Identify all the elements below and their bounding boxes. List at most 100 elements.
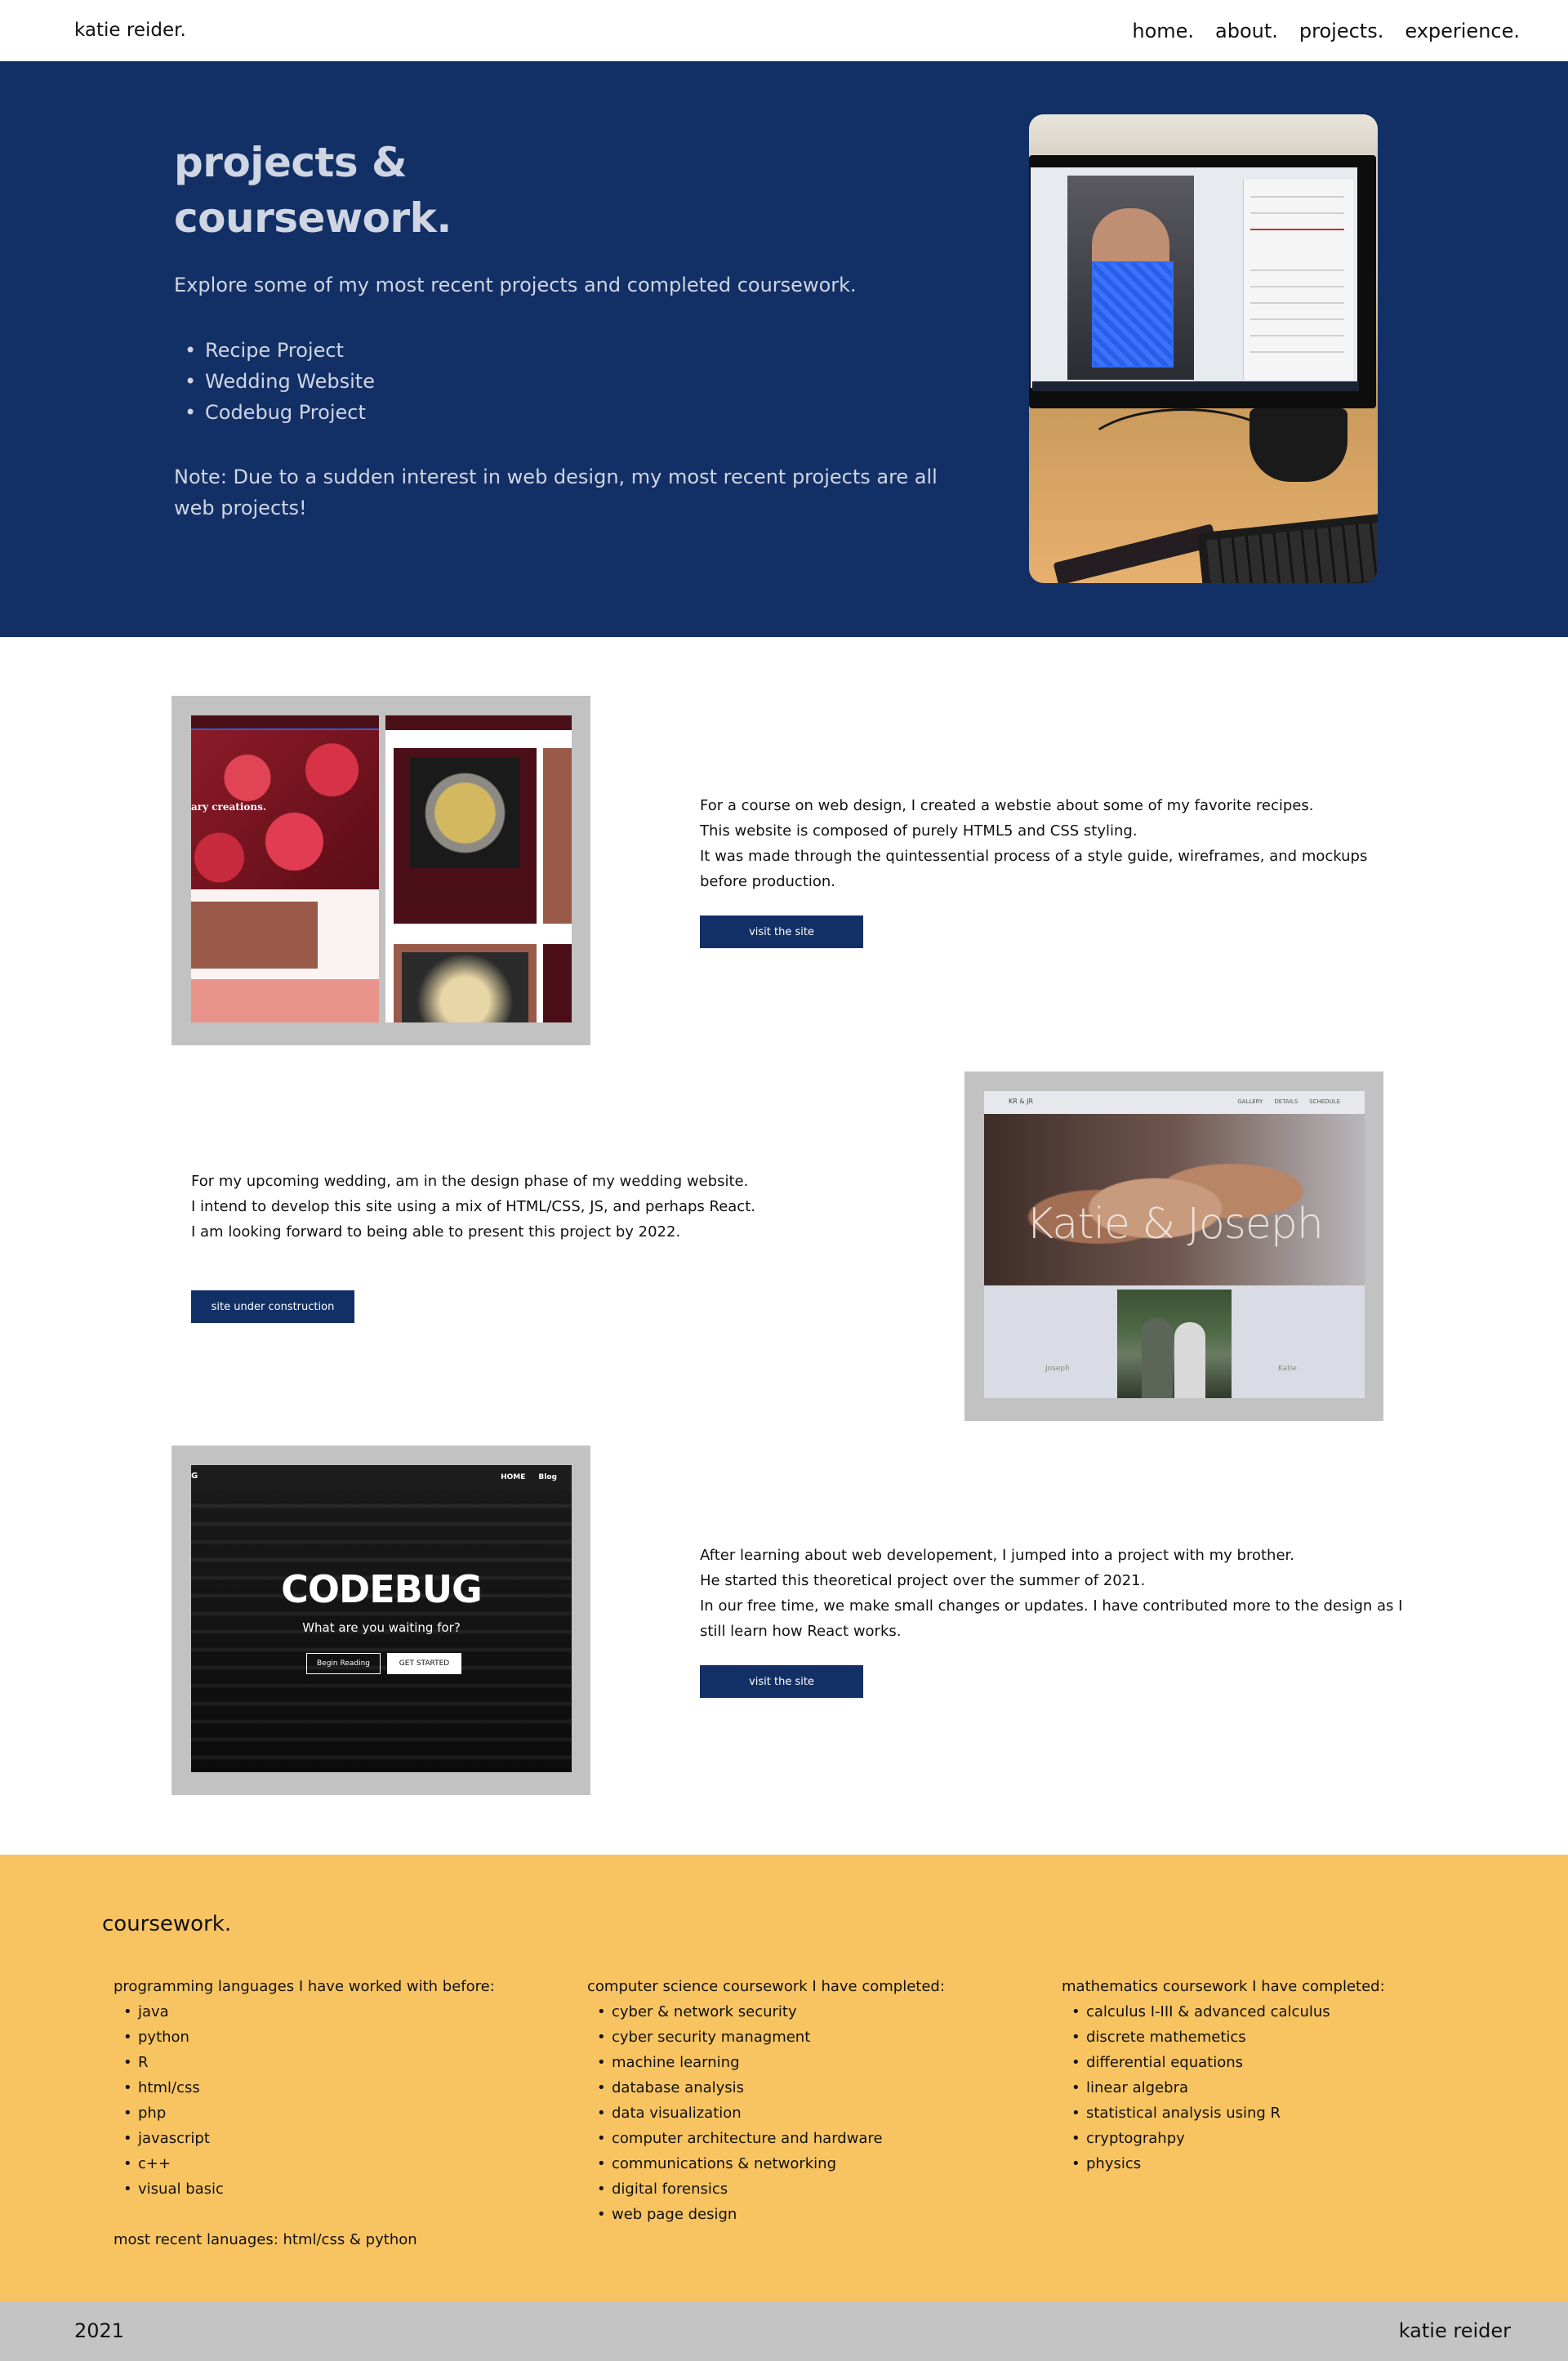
nav-links: home. about. projects. experience. — [1132, 20, 1520, 42]
recipe-project-screenshot: ary creations. — [172, 696, 590, 1045]
programming-languages-column: programming languages I have worked with… — [114, 1974, 495, 2252]
column-list: calculus I-III & advanced calculus discr… — [1062, 1999, 1385, 2176]
list-item: statistical analysis using R — [1062, 2100, 1385, 2126]
list-item: machine learning — [587, 2050, 945, 2075]
page-title-line-1: projects & — [174, 139, 408, 186]
recipe-mock: ary creations. — [191, 715, 572, 1022]
description-line: It was made through the quintessential p… — [700, 848, 1368, 890]
wedding-mock-label: Katie — [1278, 1365, 1297, 1373]
recipe-card — [543, 944, 572, 1022]
recipe-card — [394, 944, 537, 1022]
list-item: communications & networking — [587, 2151, 945, 2176]
photo-monitor-stand — [1250, 408, 1348, 482]
codebug-mock-start-button: GET STARTED — [387, 1653, 461, 1674]
photo-panel-line — [1250, 351, 1344, 353]
description-line: I am looking forward to being able to pr… — [191, 1223, 681, 1241]
hero-intro: Explore some of my most recent projects … — [174, 274, 857, 296]
recipe-mock-textbox — [191, 902, 318, 969]
couple-person — [1142, 1318, 1173, 1398]
photo-panel-line — [1250, 196, 1344, 198]
wedding-mock-logo: KR & JR — [1009, 1098, 1034, 1105]
wedding-mock: KR & JR GALLERY DETAILS SCHEDULE Katie &… — [984, 1091, 1365, 1398]
brand-logo[interactable]: katie reider. — [74, 20, 186, 41]
list-item: discrete mathemetics — [1062, 2025, 1385, 2050]
project-list-item: Wedding Website — [174, 366, 375, 397]
nav-link-about[interactable]: about. — [1215, 20, 1278, 42]
photo-panel-line — [1250, 319, 1344, 320]
list-item: linear algebra — [1062, 2075, 1385, 2100]
recipe-card — [394, 748, 537, 924]
recipe-visit-button[interactable]: visit the site — [700, 915, 863, 948]
list-item: computer architecture and hardware — [587, 2126, 945, 2151]
coursework-section: coursework. programming languages I have… — [0, 1855, 1568, 2301]
hero-note: Note: Due to a sudden interest in web de… — [174, 466, 938, 519]
recipe-card — [543, 748, 572, 924]
math-coursework-column: mathematics coursework I have completed:… — [1062, 1974, 1385, 2176]
wedding-mock-label: Joseph — [1045, 1365, 1070, 1373]
recipe-mock-navbar — [385, 715, 572, 730]
codebug-mock-page: G HOME Blog CODEBUG What are you waiting… — [191, 1465, 572, 1772]
wedding-under-construction-button[interactable]: site under construction — [191, 1290, 354, 1323]
photo-webcam-feed — [1067, 176, 1194, 380]
column-title: mathematics coursework I have completed: — [1062, 1978, 1385, 1995]
cs-coursework-column: computer science coursework I have compl… — [587, 1974, 945, 2227]
list-item: html/css — [114, 2075, 495, 2100]
list-item: R — [114, 2050, 495, 2075]
footer-name: katie reider — [1398, 2319, 1511, 2342]
wedding-mock-menu: GALLERY DETAILS SCHEDULE — [1237, 1098, 1340, 1105]
recipe-mock-listing — [385, 715, 572, 1022]
footer-year: 2021 — [74, 2319, 125, 2342]
description-line: In our free time, we make small changes … — [700, 1597, 1403, 1640]
list-item: cyber security managment — [587, 2025, 945, 2050]
description-line: For a course on web design, I created a … — [700, 797, 1314, 814]
list-item: differential equations — [1062, 2050, 1385, 2075]
list-item: python — [114, 2025, 495, 2050]
list-item: visual basic — [114, 2176, 495, 2202]
photo-panel-line — [1250, 229, 1344, 230]
photo-monitor-screen — [1031, 167, 1359, 391]
photo-panel-line — [1250, 270, 1344, 271]
codebug-project-screenshot: G HOME Blog CODEBUG What are you waiting… — [172, 1446, 590, 1795]
recipe-mock-navbar — [191, 715, 379, 730]
photo-detection-overlay — [1092, 261, 1174, 368]
photo-panel-line — [1250, 212, 1344, 214]
wedding-mock-page: KR & JR GALLERY DETAILS SCHEDULE Katie &… — [984, 1091, 1365, 1398]
wedding-couple-names: Katie & Joseph — [1026, 1200, 1324, 1249]
project-list: Recipe Project Wedding Website Codebug P… — [174, 335, 375, 428]
wedding-project-screenshot: KR & JR GALLERY DETAILS SCHEDULE Katie &… — [964, 1071, 1383, 1421]
top-navbar: katie reider. home. about. projects. exp… — [0, 0, 1568, 61]
hero-photo — [1029, 114, 1378, 583]
photo-panel-line — [1250, 286, 1344, 287]
codebug-visit-button[interactable]: visit the site — [700, 1665, 863, 1698]
coursework-heading: coursework. — [102, 1912, 232, 1936]
wedding-hero-image: Katie & Joseph — [984, 1114, 1365, 1285]
description-line: This website is composed of purely HTML5… — [700, 822, 1138, 840]
column-list: java python R html/css php javascript c+… — [114, 1999, 495, 2202]
description-line: For my upcoming wedding, am in the desig… — [191, 1173, 749, 1190]
couple-person — [1174, 1322, 1205, 1398]
list-item: database analysis — [587, 2075, 945, 2100]
nav-link-projects[interactable]: projects. — [1299, 20, 1383, 42]
nav-link-experience[interactable]: experience. — [1405, 20, 1520, 42]
wedding-mock-menu-item: DETAILS — [1274, 1098, 1298, 1105]
project-list-item: Recipe Project — [174, 335, 375, 366]
photo-side-panel — [1243, 180, 1353, 380]
nav-link-home[interactable]: home. — [1132, 20, 1194, 42]
food-image — [410, 758, 520, 868]
photo-taskbar — [1032, 381, 1359, 391]
codebug-project-description: After learning about web developement, I… — [700, 1543, 1419, 1644]
codebug-mock-menu: HOME Blog — [501, 1473, 557, 1481]
recipe-project-description: For a course on web design, I created a … — [700, 793, 1419, 894]
description-line: After learning about web developement, I… — [700, 1547, 1294, 1564]
codebug-mock-subtitle: What are you waiting for? — [302, 1620, 461, 1635]
column-list: cyber & network security cyber security … — [587, 1999, 945, 2227]
list-item: c++ — [114, 2151, 495, 2176]
photo-monitor — [1029, 155, 1376, 408]
recent-languages-note: most recent lanuages: html/css & python — [114, 2231, 417, 2248]
photo-lanyard — [1053, 523, 1218, 583]
list-item: web page design — [587, 2202, 945, 2227]
page-title-line-2: coursework. — [174, 194, 452, 242]
list-item: physics — [1062, 2151, 1385, 2176]
codebug-mock-navbar: G HOME Blog — [191, 1465, 572, 1490]
page-title: projects & coursework. — [174, 135, 664, 246]
